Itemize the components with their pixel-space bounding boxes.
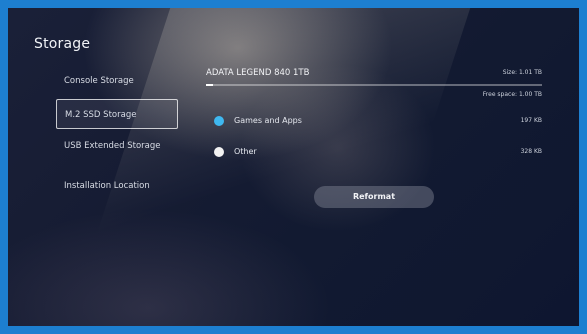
sidebar-item-usb-extended-storage[interactable]: USB Extended Storage xyxy=(56,131,178,161)
sidebar-item-installation-location[interactable]: Installation Location xyxy=(56,171,178,201)
category-label: Games and Apps xyxy=(234,116,302,125)
page-title: Storage xyxy=(34,36,91,52)
free-space-label: Free space: 1.00 TB xyxy=(482,91,542,98)
storage-usage-bar xyxy=(206,84,542,86)
device-name: ADATA LEGEND 840 1TB xyxy=(206,68,310,78)
category-size: 328 KB xyxy=(520,148,542,155)
games-apps-color-dot-icon xyxy=(214,116,224,126)
storage-usage-fill xyxy=(206,84,213,86)
other-color-dot-icon xyxy=(214,147,224,157)
category-row-other[interactable]: Other 328 KB xyxy=(214,145,542,159)
storage-screen: Storage Console Storage M.2 SSD Storage … xyxy=(8,8,579,326)
category-label: Other xyxy=(234,147,257,156)
sidebar-item-console-storage[interactable]: Console Storage xyxy=(56,66,178,96)
device-size: Size: 1.01 TB xyxy=(502,69,542,76)
reformat-button[interactable]: Reformat xyxy=(314,186,434,208)
sidebar-item-m2-ssd-storage[interactable]: M.2 SSD Storage xyxy=(56,99,178,129)
screen-frame: Storage Console Storage M.2 SSD Storage … xyxy=(0,0,587,334)
category-size: 197 KB xyxy=(520,117,542,124)
category-row-games-apps[interactable]: Games and Apps 197 KB xyxy=(214,114,542,128)
